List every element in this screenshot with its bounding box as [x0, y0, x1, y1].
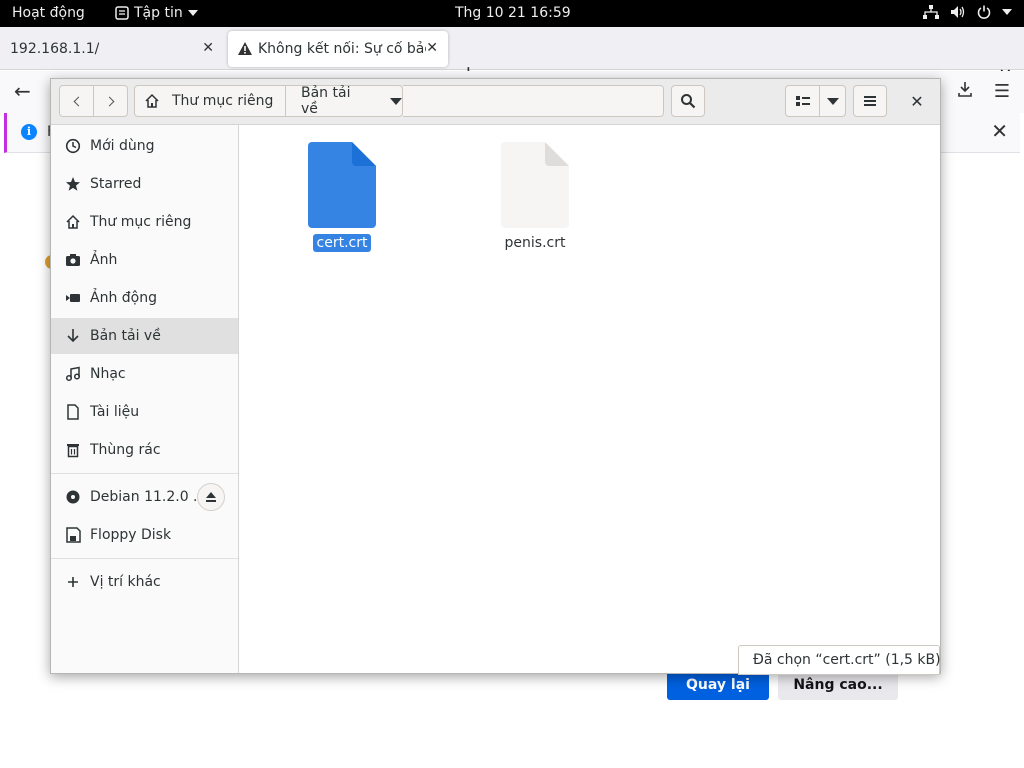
floppy-icon [65, 527, 81, 543]
list-view-icon [795, 96, 810, 106]
chevron-down-icon [187, 10, 198, 16]
sidebar-item-label: Thư mục riêng [90, 214, 192, 230]
sidebar-item-label: Debian 11.2.0 ... [90, 489, 207, 505]
close-dialog-button[interactable]: ✕ [902, 85, 932, 117]
file-item[interactable]: penis.crt [470, 142, 600, 252]
tab-bar: 192.168.1.1/ ✕ Không kết nối: Sự cố bảo … [0, 27, 1024, 85]
star-icon [65, 176, 81, 192]
sidebar-item-recent[interactable]: Mới dùng [51, 128, 238, 164]
home-icon [65, 214, 81, 230]
file-app-icon [115, 6, 129, 20]
sidebar-item-floppy[interactable]: Floppy Disk [51, 517, 238, 553]
document-icon [65, 404, 81, 420]
sidebar-item-label: Vị trí khác [90, 574, 161, 590]
volume-icon [951, 6, 965, 18]
view-options-button[interactable] [819, 85, 846, 117]
info-icon: i [21, 124, 37, 140]
hamburger-icon [864, 96, 876, 106]
menu-button[interactable] [853, 85, 887, 117]
sidebar-divider [51, 473, 238, 474]
sidebar-item-label: Starred [90, 176, 142, 192]
sidebar-item-videos[interactable]: Ảnh động [51, 280, 238, 316]
breadcrumb-downloads[interactable]: Bản tải về [285, 85, 403, 117]
sidebar-item-label: Floppy Disk [90, 527, 172, 543]
camera-icon [65, 252, 81, 268]
recent-icon [65, 138, 81, 154]
eject-button[interactable] [197, 483, 225, 511]
dialog-header: Thư mục riêng Bản tải về ✕ [51, 79, 940, 125]
forward-button[interactable] [93, 85, 128, 117]
hamburger-menu-icon[interactable]: ☰ [994, 81, 1010, 102]
sidebar-item-documents[interactable]: Tài liệu [51, 394, 238, 430]
view-toggle-button[interactable] [785, 85, 820, 117]
close-notification-icon[interactable]: ✕ [991, 119, 1008, 143]
video-icon [65, 290, 81, 306]
sidebar-item-pictures[interactable]: Ảnh [51, 242, 238, 278]
music-icon [65, 366, 81, 382]
disc-icon [65, 489, 81, 505]
top-panel: Hoạt động Tập tin Thg 10 21 16:59 [0, 0, 1024, 27]
tab-connection-error[interactable]: Không kết nối: Sự cố bảo mật ✕ [228, 31, 448, 67]
activities-button[interactable]: Hoạt động [12, 5, 85, 21]
system-status-menu[interactable] [923, 5, 1012, 19]
plus-icon [65, 574, 81, 590]
file-chooser-dialog: Thư mục riêng Bản tải về ✕ Mới dùng Star… [50, 78, 941, 674]
file-name: cert.crt [312, 234, 372, 252]
chevron-down-icon [390, 97, 402, 105]
breadcrumb-label: Bản tải về [301, 85, 351, 117]
sidebar-item-downloads[interactable]: Bản tải về [51, 318, 238, 354]
chevron-left-icon [73, 96, 83, 106]
app-menu-label: Tập tin [134, 5, 183, 21]
file-grid: cert.crt penis.crt [240, 125, 940, 673]
breadcrumb-home[interactable]: Thư mục riêng [134, 85, 286, 117]
chevron-down-icon [1002, 9, 1012, 15]
sidebar-divider [51, 558, 238, 559]
back-button[interactable] [59, 85, 94, 117]
sidebar-item-label: Ảnh động [90, 290, 157, 306]
clock[interactable]: Thg 10 21 16:59 [455, 5, 571, 21]
downloads-icon[interactable] [956, 80, 974, 98]
tab-title: Không kết nối: Sự cố bảo mật [258, 41, 426, 57]
back-arrow-icon[interactable]: ← [14, 79, 31, 103]
home-icon [145, 93, 159, 108]
search-icon [681, 94, 696, 109]
app-menu[interactable]: Tập tin [115, 5, 198, 21]
eject-icon [206, 492, 216, 502]
download-icon [65, 328, 81, 344]
file-icon [501, 142, 569, 228]
close-tab-icon[interactable]: ✕ [426, 40, 438, 56]
file-icon [308, 142, 376, 228]
tab-router[interactable]: 192.168.1.1/ ✕ [0, 31, 224, 67]
network-icon [923, 5, 939, 19]
tab-title: 192.168.1.1/ [10, 41, 100, 57]
sidebar-item-label: Bản tải về [90, 328, 161, 344]
close-tab-icon[interactable]: ✕ [202, 40, 214, 56]
sidebar-item-other-locations[interactable]: Vị trí khác [51, 564, 238, 600]
sidebar-item-label: Mới dùng [90, 138, 155, 154]
places-sidebar: Mới dùng Starred Thư mục riêng Ảnh Ảnh đ… [51, 125, 239, 673]
location-entry[interactable] [403, 85, 664, 117]
sidebar-item-trash[interactable]: Thùng rác [51, 432, 238, 468]
sidebar-item-label: Nhạc [90, 366, 126, 382]
sidebar-item-label: Ảnh [90, 252, 118, 268]
chevron-right-icon [104, 96, 114, 106]
power-icon [977, 5, 991, 19]
selection-status-label: Đã chọn “cert.crt” (1,5 kB) [738, 645, 941, 675]
sidebar-item-starred[interactable]: Starred [51, 166, 238, 202]
trash-icon [65, 442, 81, 458]
search-button[interactable] [671, 85, 705, 117]
file-name: penis.crt [504, 235, 566, 251]
close-icon: ✕ [910, 91, 924, 111]
sidebar-item-home[interactable]: Thư mục riêng [51, 204, 238, 240]
file-item[interactable]: cert.crt [277, 142, 407, 252]
breadcrumb-label: Thư mục riêng [172, 93, 274, 109]
warning-icon [238, 42, 252, 55]
sidebar-item-music[interactable]: Nhạc [51, 356, 238, 392]
sidebar-item-label: Tài liệu [90, 404, 140, 420]
sidebar-item-label: Thùng rác [90, 442, 161, 458]
chevron-down-icon [826, 97, 839, 105]
